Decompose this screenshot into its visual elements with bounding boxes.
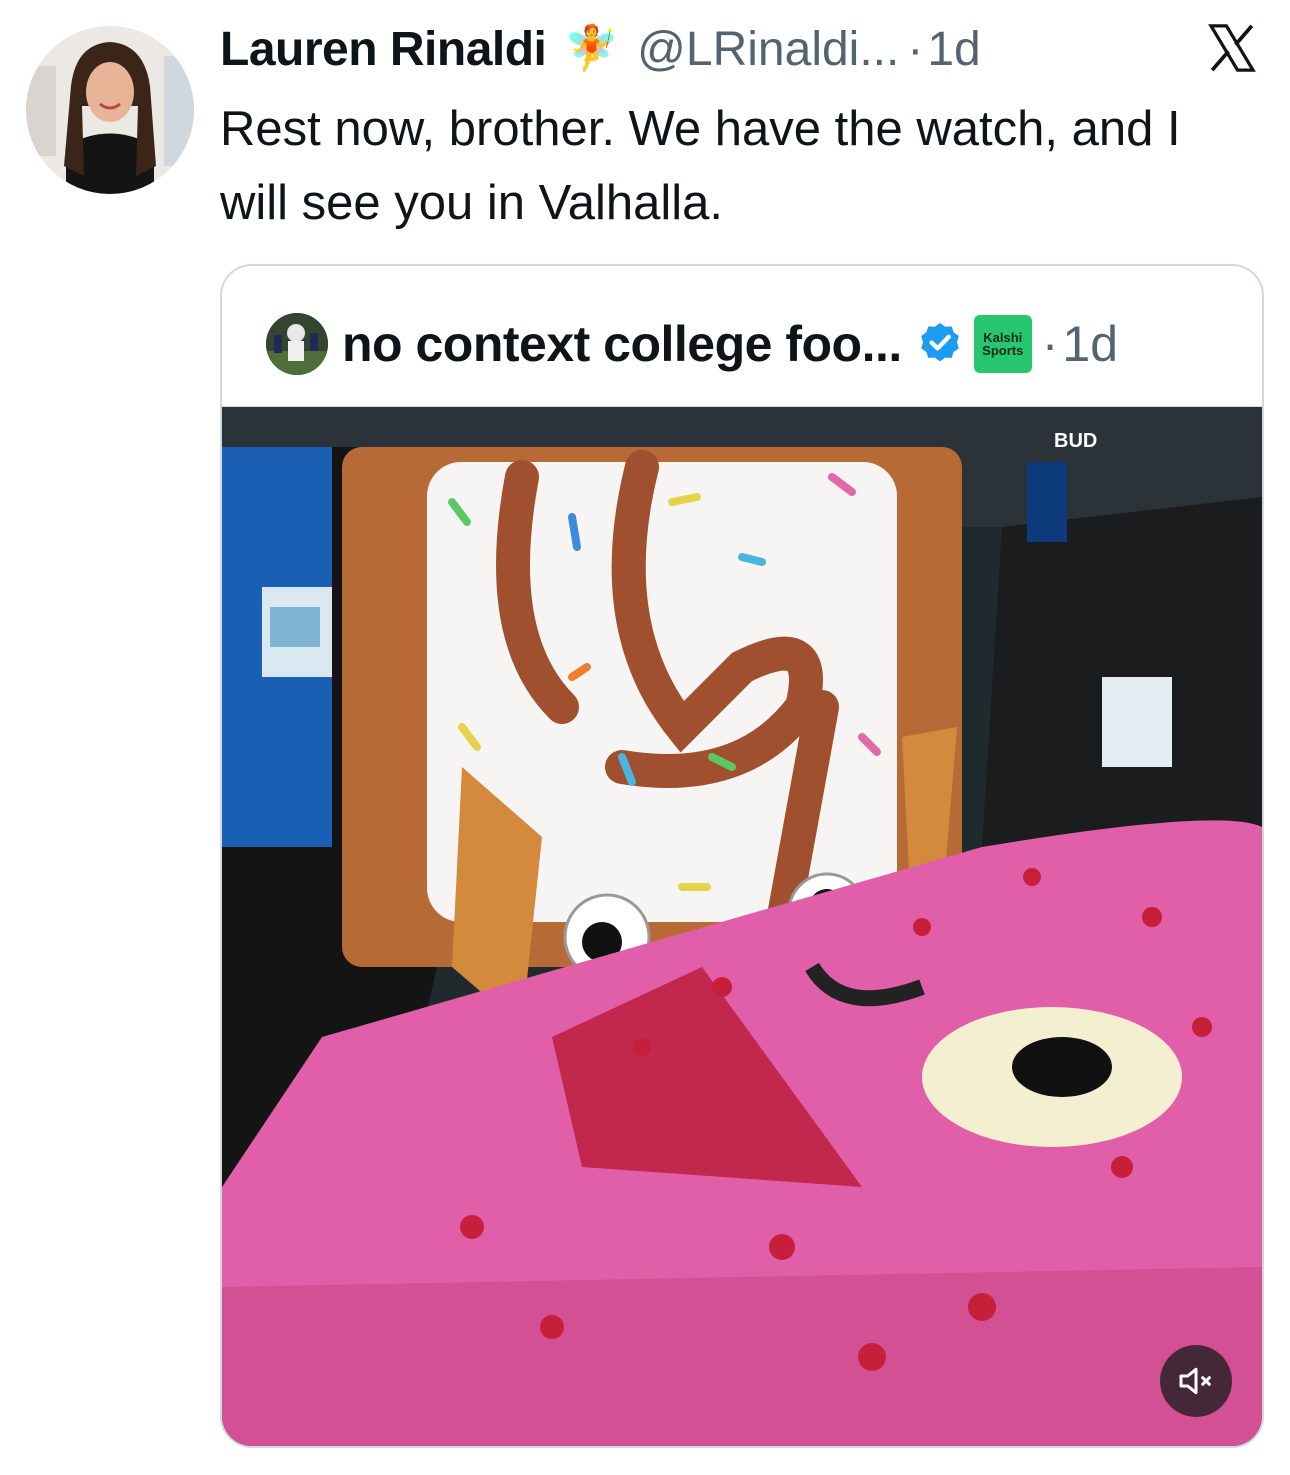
author-avatar[interactable] [26,26,194,194]
quoted-avatar-image [266,313,328,375]
separator-dot: · [907,22,924,76]
quoted-tweet-header: no context college foo... Kalshi Sports … [266,312,1118,376]
quoted-video[interactable]: BUD [222,406,1262,1446]
tweet-text: Rest now, brother. We have the watch, an… [220,102,1181,230]
verified-badge-icon [920,323,959,362]
fairy-emoji-icon: 🧚 [564,24,620,73]
quoted-author-avatar[interactable] [266,313,328,375]
author-avatar-image [26,26,194,194]
tweet-timestamp[interactable]: 1d [927,22,980,77]
background-sign-text: BUD [1054,430,1097,452]
x-logo-icon[interactable] [1204,20,1260,76]
kalshi-badge-line2: Sports [982,343,1024,358]
quoted-author-name[interactable]: no context college foo... [342,315,902,373]
kalshi-sports-badge[interactable]: Kalshi Sports [973,315,1032,373]
mute-button[interactable] [1160,1345,1232,1417]
author-handle[interactable]: @LRinaldi... [637,22,899,77]
quoted-timestamp[interactable]: 1d [1062,315,1118,373]
tweet-header: Lauren Rinaldi 🧚 @LRinaldi... · 1d [220,18,1260,80]
author-name[interactable]: Lauren Rinaldi [220,22,547,77]
quoted-tweet-card[interactable]: no context college foo... Kalshi Sports … [220,264,1264,1448]
speaker-muted-icon [1179,1367,1211,1395]
video-frame: BUD [222,407,1262,1446]
quoted-separator-dot: · [1041,316,1059,372]
